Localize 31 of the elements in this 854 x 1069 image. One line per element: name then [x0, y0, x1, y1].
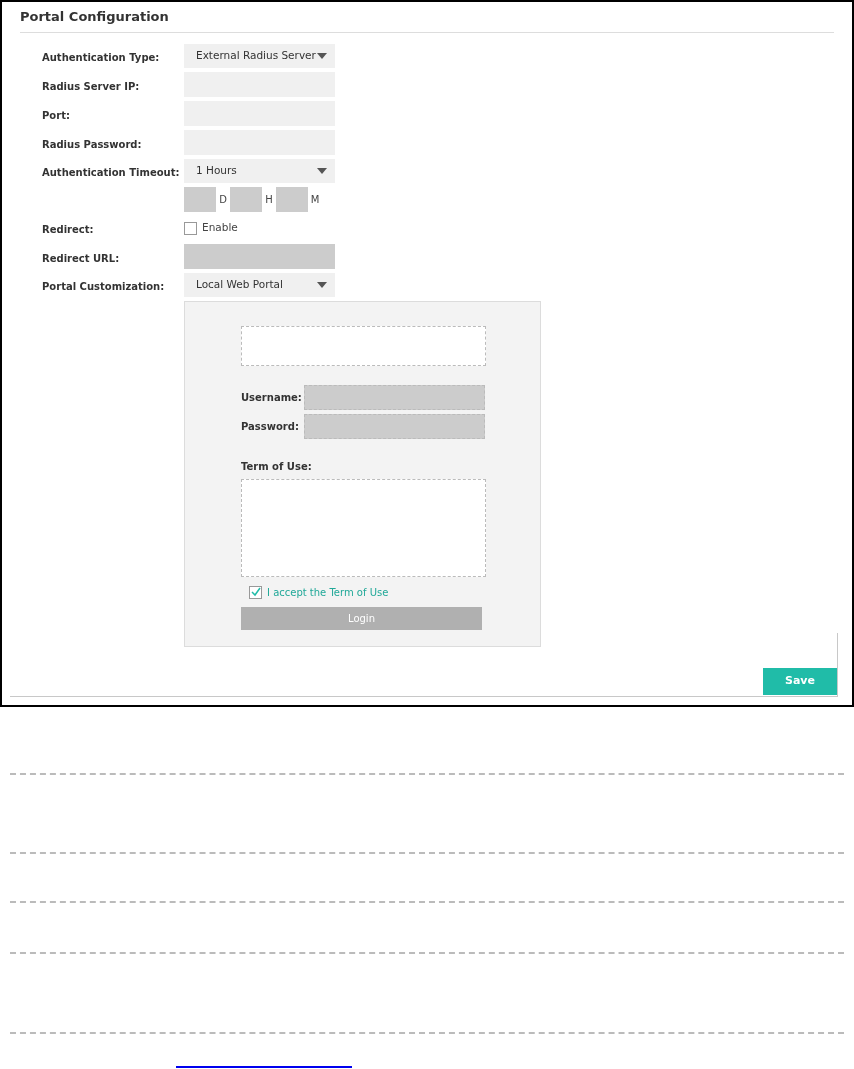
field-label: Radius Password: — [42, 138, 142, 150]
section-title: Portal Configuration — [20, 9, 169, 24]
field-label: Password: — [241, 420, 300, 434]
field-label: Term of Use: — [241, 461, 312, 472]
field-label: Username: — [241, 391, 303, 405]
unit-label: D — [218, 193, 228, 207]
field-label: Authentication Timeout: — [42, 167, 180, 178]
input-field[interactable] — [304, 414, 485, 439]
caret-icon — [317, 282, 327, 288]
field-label: Portal Customization: — [42, 281, 165, 292]
input-field[interactable] — [276, 187, 308, 212]
field-label: Redirect URL: — [42, 252, 120, 264]
unit-label: H — [264, 193, 274, 207]
checkbox-label: I accept the Term of Use — [267, 586, 389, 600]
dropdown[interactable]: External Radius Server — [184, 44, 335, 68]
caret-icon — [317, 168, 327, 174]
field-label: Port: — [42, 109, 70, 121]
input-field[interactable] — [184, 187, 216, 212]
terms-text-area[interactable] — [241, 479, 486, 577]
checkbox[interactable] — [184, 221, 197, 235]
field-label: Radius Server IP: — [42, 80, 140, 92]
field-label: Redirect: — [42, 224, 94, 235]
input-field[interactable] — [230, 187, 262, 212]
field-label: Authentication Type: — [42, 52, 160, 63]
checkbox[interactable] — [249, 586, 262, 599]
dropdown[interactable]: Local Web Portal — [184, 273, 335, 297]
input-field[interactable] — [304, 385, 485, 410]
caret-icon — [317, 53, 327, 59]
unit-label: M — [309, 193, 321, 207]
dropdown[interactable]: 1 Hours — [184, 159, 335, 183]
checkbox-label: Enable — [202, 220, 238, 236]
